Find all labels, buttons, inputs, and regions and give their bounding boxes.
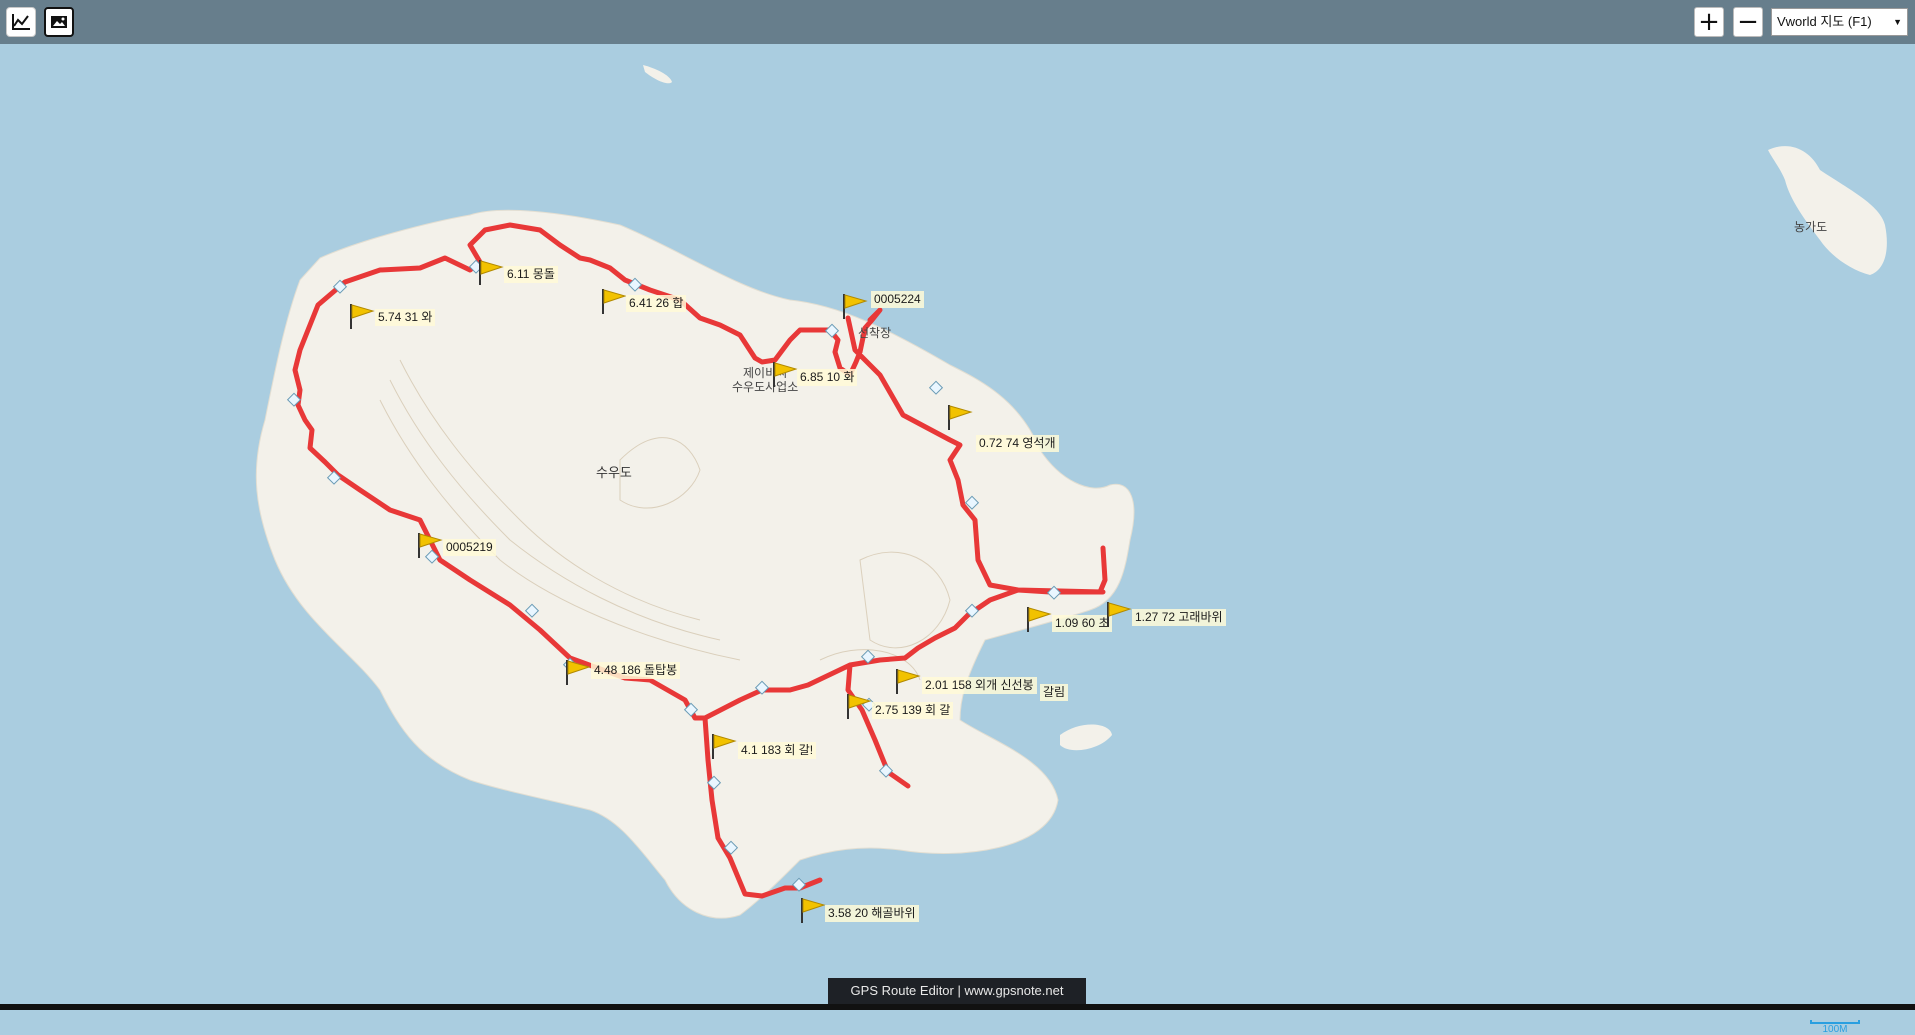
flag-icon [1107, 602, 1132, 627]
map-svg[interactable] [0, 44, 1915, 1010]
map-toolbar: + − Vworld 지도 (F1) ▼ [0, 0, 1915, 44]
image-icon [51, 16, 67, 28]
waypoint-label-galrim: 갈림 [1040, 684, 1069, 701]
waypoint-flag-sinseonbong[interactable] [895, 667, 921, 700]
scale-label: 100M [1822, 1024, 1848, 1035]
flag-icon [773, 362, 798, 387]
island-label-nonggado: 농가도 [1794, 220, 1828, 234]
waypoint-label-0005219: 0005219 [443, 539, 496, 556]
waypoint-flag-1-09[interactable] [1026, 605, 1052, 638]
flag-icon [712, 734, 737, 759]
pier-label: 선착장 [858, 326, 892, 340]
waypoint-label-doltapbong: 4.48 186 돌탑봉 [591, 662, 681, 679]
waypoint-flag-6-41[interactable] [601, 287, 627, 320]
waypoint-label-haegolbawi: 3.58 20 해골바위 [825, 905, 919, 922]
waypoint-label-5-74: 5.74 31 와 [375, 309, 436, 326]
waypoint-flag-haegolbawi[interactable] [800, 896, 826, 929]
waypoint-flag-yeongseokgae[interactable] [947, 403, 973, 436]
zoom-in-button[interactable]: + [1694, 7, 1724, 37]
map-scale-bar: 100M [1810, 1020, 1860, 1035]
waypoint-label-4-1: 4.1 183 회 갈! [738, 742, 817, 759]
waypoint-label-yeongseokgae: 0.72 74 영석개 [976, 435, 1059, 452]
flag-icon [948, 405, 973, 430]
flag-icon [418, 533, 443, 558]
waypoint-label-2-75: 2.75 139 회 갈 [872, 702, 954, 719]
flag-icon [602, 289, 627, 314]
map-layer-select[interactable]: Vworld 지도 (F1) ▼ [1771, 8, 1908, 36]
map-image-button[interactable] [44, 7, 74, 37]
waypoint-flag-mongdol[interactable] [478, 258, 504, 291]
waypoint-flag-0005219[interactable] [417, 531, 443, 564]
footer-credit[interactable]: GPS Route Editor | www.gpsnote.net [828, 978, 1086, 1004]
waypoint-label-1-09: 1.09 60 초 [1052, 615, 1113, 632]
island-label-suudo: 수우도 [596, 465, 632, 480]
waypoint-flag-0005224[interactable] [842, 292, 868, 325]
waypoint-flag-6-85[interactable] [772, 360, 798, 393]
waypoint-flag-4-1[interactable] [711, 732, 737, 765]
waypoint-label-0005224: 0005224 [871, 291, 924, 308]
map-canvas[interactable]: 수우도 농가도 제이비씨 수우도사업소 선착장 0005224 0.72 74 … [0, 44, 1915, 1035]
chevron-down-icon: ▼ [1893, 17, 1902, 27]
waypoint-label-6-85: 6.85 10 화 [797, 369, 858, 386]
waypoint-label-mongdol: 6.11 몽돌 [504, 266, 558, 283]
flag-icon [566, 660, 591, 685]
flag-icon [896, 669, 921, 694]
flag-icon [801, 898, 826, 923]
waypoint-flag-doltapbong[interactable] [565, 658, 591, 691]
flag-icon [1027, 607, 1052, 632]
elevation-chart-button[interactable] [6, 7, 36, 37]
bottom-bar [0, 1004, 1915, 1010]
line-chart-icon [12, 14, 30, 30]
flag-icon [350, 304, 375, 329]
waypoint-label-6-41: 6.41 26 합 [626, 295, 687, 312]
waypoint-flag-5-74[interactable] [349, 302, 375, 335]
waypoint-label-sinseonbong: 2.01 158 외개 신선봉 [922, 677, 1037, 694]
map-layer-value: Vworld 지도 (F1) [1777, 14, 1872, 29]
waypoint-flag-goraebawi[interactable] [1106, 600, 1132, 633]
flag-icon [847, 694, 872, 719]
zoom-out-button[interactable]: − [1733, 7, 1763, 37]
waypoint-flag-2-75[interactable] [846, 692, 872, 725]
flag-icon [479, 260, 504, 285]
waypoint-label-goraebawi: 1.27 72 고래바위 [1132, 609, 1226, 626]
flag-icon [843, 294, 868, 319]
